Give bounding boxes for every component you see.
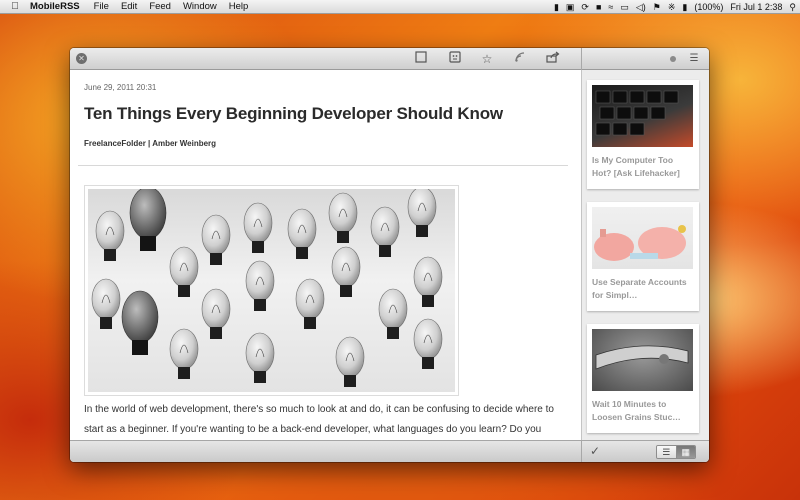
- light-bulbs-illustration: [91, 189, 443, 388]
- spotlight-search-icon[interactable]: ⚲: [789, 0, 796, 14]
- volume-icon[interactable]: ◁): [636, 0, 646, 14]
- article-image: [84, 185, 459, 396]
- bottom-bar-divider: [581, 441, 582, 462]
- wifi-icon[interactable]: ≈: [608, 0, 613, 14]
- menu-edit[interactable]: Edit: [121, 1, 137, 12]
- article-title: Ten Things Every Beginning Developer Sho…: [84, 104, 503, 123]
- metal-pan-thumbnail: [592, 329, 693, 391]
- sidebar-item-caption: Use Separate Accounts for Simpl…: [592, 277, 687, 300]
- app-menu[interactable]: MobileRSS: [30, 1, 80, 12]
- menu-help[interactable]: Help: [229, 1, 249, 12]
- list-icon[interactable]: ☰: [685, 51, 703, 67]
- dot-icon[interactable]: [670, 56, 676, 62]
- display-icon[interactable]: ▭: [620, 0, 629, 14]
- menu-feed[interactable]: Feed: [149, 1, 171, 12]
- flag-icon[interactable]: ⚑: [653, 0, 661, 14]
- share-icon[interactable]: [544, 51, 562, 67]
- checkmark-icon[interactable]: ✓: [590, 444, 600, 458]
- article-date: June 29, 2011 20:31: [84, 83, 157, 92]
- article-byline: FreelanceFolder | Amber Weinberg: [84, 139, 217, 148]
- menu-window[interactable]: Window: [183, 1, 217, 12]
- menu-file[interactable]: File: [94, 1, 109, 12]
- sync-icon[interactable]: ⟳: [581, 0, 589, 14]
- battery-percent[interactable]: (100%): [694, 2, 723, 12]
- keyboard-thumbnail: [592, 85, 693, 147]
- feed-icon[interactable]: [511, 51, 529, 67]
- toolbar: ✕ ☆ ☰: [70, 48, 709, 70]
- sidebar-item-separate-accounts[interactable]: Use Separate Accounts for Simpl…: [587, 202, 699, 311]
- grid-view-icon[interactable]: ▦: [676, 446, 695, 458]
- menu-bar:  MobileRSS File Edit Feed Window Help ▮…: [0, 0, 800, 14]
- app-window: ✕ ☆ ☰ June 29, 2011 20:31 Ten Things Eve…: [70, 48, 709, 462]
- article-body: In the world of web development, there's…: [84, 404, 554, 435]
- status-area: ▮ ▣ ⟳ ■ ≈ ▭ ◁) ⚑ ※ ▮ (100%) Fri Jul 1 2:…: [554, 0, 796, 14]
- close-icon[interactable]: ✕: [76, 53, 87, 64]
- sidebar-item-loosen-grains[interactable]: Wait 10 Minutes to Loosen Grains Stuc…: [587, 324, 699, 433]
- clock[interactable]: Fri Jul 1 2:38: [730, 2, 782, 12]
- divider: [78, 165, 568, 166]
- battery-icon[interactable]: ▮: [682, 0, 687, 14]
- sidebar-item-caption: Is My Computer Too Hot? [Ask Lifehacker]: [592, 155, 680, 178]
- view-icon[interactable]: [446, 51, 464, 67]
- camera-icon[interactable]: ■: [596, 0, 601, 14]
- article-pane[interactable]: June 29, 2011 20:31 Ten Things Every Beg…: [70, 70, 581, 440]
- view-mode-control: ☰ ▦: [656, 445, 696, 459]
- apple-menu-icon[interactable]: : [0, 1, 30, 12]
- bookmark-icon[interactable]: ▮: [554, 0, 559, 14]
- star-icon[interactable]: ☆: [478, 51, 496, 67]
- light-bulbs-image: [88, 189, 455, 392]
- screen-icon[interactable]: ▣: [566, 0, 575, 14]
- sidebar-item-computer-hot[interactable]: Is My Computer Too Hot? [Ask Lifehacker]: [587, 80, 699, 189]
- list-view-icon[interactable]: ☰: [657, 446, 677, 458]
- related-articles-sidebar: Is My Computer Too Hot? [Ask Lifehacker]…: [581, 70, 709, 440]
- mark-read-icon[interactable]: [412, 51, 430, 67]
- bluetooth-icon[interactable]: ※: [668, 0, 676, 14]
- bottom-bar: ✓ ☰ ▦: [70, 440, 709, 462]
- sidebar-item-caption: Wait 10 Minutes to Loosen Grains Stuc…: [592, 399, 681, 422]
- piggy-bank-thumbnail: [592, 207, 693, 269]
- toolbar-divider: [581, 48, 582, 70]
